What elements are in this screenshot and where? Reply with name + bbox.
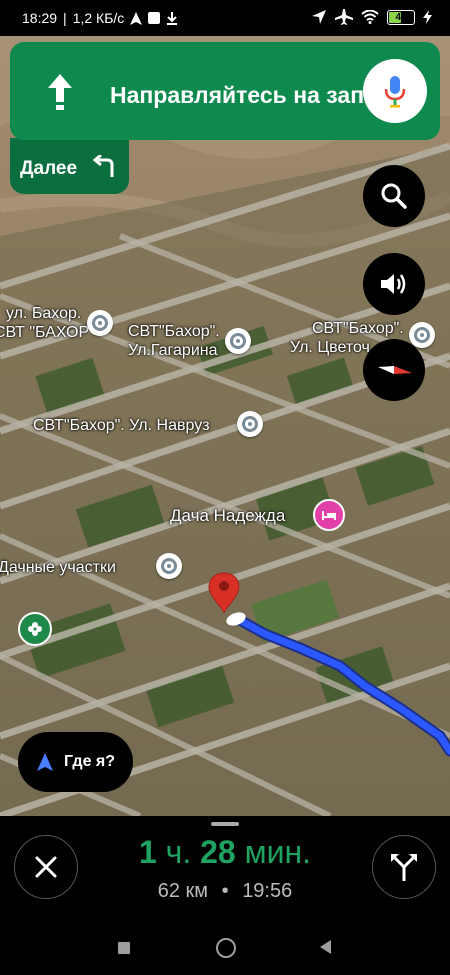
place-pin-icon[interactable] (409, 322, 435, 348)
map-label: Дача Надежда (170, 506, 286, 525)
duration-hours-unit: ч. (165, 834, 192, 870)
turn-left-icon (92, 155, 114, 177)
map-label: СВТ"Бахор". (128, 323, 220, 340)
duration-minutes-unit: мин. (244, 834, 312, 870)
place-pin-icon[interactable] (225, 328, 251, 354)
distance: 62 км (157, 880, 209, 902)
alternate-routes-icon (391, 854, 417, 881)
next-step-bar[interactable]: Далее (10, 138, 129, 194)
battery-icon: 46 (387, 9, 415, 25)
back-button[interactable] (318, 939, 332, 955)
airplane-icon (335, 9, 353, 25)
exit-navigation-button[interactable] (14, 835, 78, 899)
next-step-label: Далее (20, 158, 78, 179)
place-pin-icon[interactable] (156, 553, 182, 579)
status-left: 18:29 | 1,2 КБ/с (22, 10, 178, 26)
square-notification-icon (148, 12, 161, 24)
search-icon (381, 183, 407, 209)
separator: • (221, 880, 229, 902)
map-label: СВТ "БАХОР" (0, 324, 95, 341)
close-icon (35, 856, 57, 878)
navigation-banner[interactable]: Направляйтесь на запад (10, 42, 440, 140)
hotel-icon[interactable] (313, 499, 345, 531)
compass-icon (378, 366, 412, 374)
voice-search-button[interactable] (363, 59, 427, 123)
bolt-icon (423, 10, 432, 24)
place-pin-icon[interactable] (87, 310, 113, 336)
navigation-icon (130, 11, 143, 25)
status-right: 46 (311, 9, 432, 25)
volume-icon (381, 274, 406, 294)
panel-drag-handle[interactable] (211, 822, 239, 826)
destination-pin-icon[interactable] (207, 571, 247, 631)
arrival-time: 19:56 (242, 880, 293, 902)
network-speed: 1,2 КБ/с (72, 10, 125, 26)
status-bar: 18:29 | 1,2 КБ/с 46 (0, 0, 450, 36)
instruction-text: Направляйтесь на запад (110, 82, 392, 108)
map-label: СВТ"Бахор". (312, 320, 404, 337)
search-button[interactable] (363, 165, 425, 227)
map-label: ул. Бахор. (6, 305, 82, 322)
map-label: Ул.Гагарина (128, 342, 218, 359)
map-label: Дачные участки (0, 559, 116, 576)
trip-details: 62 км • 19:56 (100, 880, 350, 903)
wifi-icon (361, 10, 379, 24)
download-icon (167, 12, 178, 25)
map-label: СВТ"Бахор". Ул. Навруз (33, 417, 210, 434)
clock: 18:29 (22, 10, 58, 26)
duration-hours: 1 (138, 834, 157, 870)
home-button[interactable] (216, 938, 236, 958)
place-pin-icon[interactable] (237, 411, 263, 437)
trip-duration: 1 ч. 28 мин. (100, 834, 350, 871)
sound-button[interactable] (363, 253, 425, 315)
duration-minutes: 28 (200, 834, 236, 870)
recent-apps-button[interactable] (118, 942, 130, 954)
map-label: Ул. Цветоч (290, 339, 370, 356)
system-navigation-bar (0, 928, 450, 975)
park-icon[interactable] (18, 612, 52, 646)
where-am-i-label: Где я? (63, 753, 116, 770)
where-am-i-button[interactable]: Где я? (18, 732, 133, 792)
straight-arrow-icon (48, 74, 72, 110)
location-arrow-icon (312, 10, 326, 24)
navigation-arrow-icon (36, 753, 53, 771)
compass-button[interactable] (363, 339, 425, 401)
alternate-routes-button[interactable] (372, 835, 436, 899)
mic-icon (384, 76, 406, 108)
